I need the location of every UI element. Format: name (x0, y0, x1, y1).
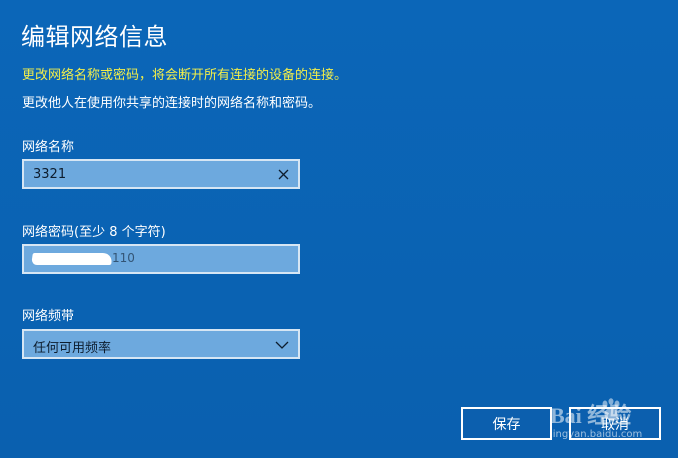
password-input[interactable]: 110 (22, 244, 300, 274)
warning-text: 更改网络名称或密码，将会断开所有连接的设备的连接。 (22, 68, 348, 83)
edit-network-dialog: 编辑网络信息 更改网络名称或密码，将会断开所有连接的设备的连接。 更改他人在使用… (0, 0, 678, 458)
save-button[interactable]: 保存 (461, 407, 552, 440)
network-name-value: 3321 (33, 167, 67, 182)
network-name-input[interactable]: 3321 (22, 159, 300, 189)
dialog-title: 编辑网络信息 (21, 23, 168, 51)
info-text: 更改他人在使用你共享的连接时的网络名称和密码。 (22, 96, 322, 111)
chevron-down-icon (274, 337, 290, 353)
close-icon[interactable] (274, 165, 292, 183)
band-select[interactable]: 任何可用频率 (22, 329, 300, 359)
password-partial-text: 110 (112, 251, 135, 265)
band-label: 网络频带 (22, 309, 75, 324)
band-selected-value: 任何可用频率 (33, 341, 112, 356)
password-label: 网络密码(至少 8 个字符) (22, 225, 166, 240)
network-name-label: 网络名称 (22, 140, 75, 155)
cancel-button[interactable]: 取消 (569, 407, 661, 440)
password-redaction (31, 253, 113, 265)
